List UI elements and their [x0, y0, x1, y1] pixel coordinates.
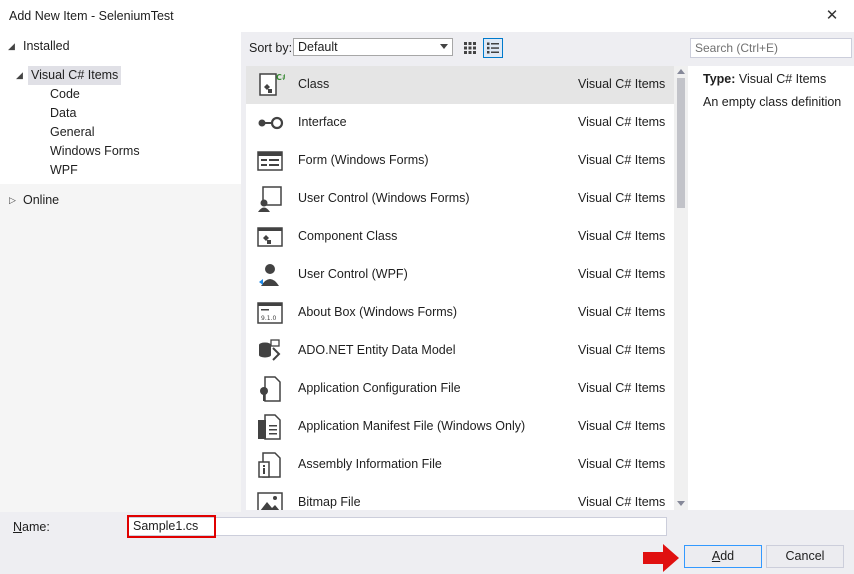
- item-name: Class: [298, 77, 330, 91]
- wpf-user-control-icon: [259, 264, 279, 286]
- list-view-button[interactable]: [483, 38, 503, 58]
- tree-item-label: Installed: [23, 39, 70, 53]
- grid-view-button[interactable]: [460, 38, 480, 58]
- add-button[interactable]: Add: [684, 545, 762, 568]
- item-category: Visual C# Items: [578, 305, 666, 319]
- list-view-icon: [487, 42, 499, 54]
- title-bar: Add New Item - SeleniumTest ✕: [0, 0, 854, 32]
- list-item-form[interactable]: Form (Windows Forms) Visual C# Items: [246, 142, 674, 180]
- sort-dropdown[interactable]: Default: [293, 38, 453, 56]
- item-name: About Box (Windows Forms): [298, 305, 458, 319]
- sort-value: Default: [298, 40, 338, 54]
- list-item-config-file[interactable]: Application Configuration File Visual C#…: [246, 370, 674, 408]
- item-description: An empty class definition: [703, 95, 842, 109]
- item-category: Visual C# Items: [578, 267, 666, 281]
- scroll-thumb[interactable]: [677, 78, 685, 208]
- about-box-icon: 9.1.0: [257, 302, 283, 324]
- tree-item-wpf[interactable]: WPF: [50, 161, 78, 180]
- class-icon: C#: [259, 73, 285, 96]
- item-category: Visual C# Items: [578, 153, 666, 167]
- list-item-manifest-file[interactable]: Application Manifest File (Windows Only)…: [246, 408, 674, 446]
- list-item-user-control[interactable]: User Control (Windows Forms) Visual C# I…: [246, 180, 674, 218]
- name-label-rest: ame:: [22, 520, 50, 534]
- form-icon: [257, 151, 283, 171]
- annotation-arrow-icon: [643, 544, 679, 572]
- list-item-component-class[interactable]: Component Class Visual C# Items: [246, 218, 674, 256]
- entity-model-icon: [259, 339, 281, 361]
- assembly-info-icon: [258, 452, 281, 478]
- list-item-interface[interactable]: Interface Visual C# Items: [246, 104, 674, 142]
- annotation-highlight-box: [127, 515, 216, 538]
- bitmap-file-icon: [257, 492, 283, 510]
- name-label-mnemonic: N: [13, 520, 23, 534]
- scroll-up-icon[interactable]: [677, 69, 685, 74]
- tree-item-code[interactable]: Code: [50, 85, 80, 104]
- list-item-entity-model[interactable]: ADO.NET Entity Data Model Visual C# Item…: [246, 332, 674, 370]
- details-panel: Type: Visual C# Items An empty class def…: [688, 66, 854, 510]
- expanded-arrow-icon[interactable]: ◢: [8, 37, 15, 56]
- cancel-button[interactable]: Cancel: [766, 545, 844, 568]
- list-item-bitmap-file[interactable]: Bitmap File Visual C# Items: [246, 484, 674, 510]
- add-label-rest: dd: [720, 549, 735, 563]
- item-name: Assembly Information File: [298, 457, 442, 471]
- add-mnemonic: A: [711, 549, 721, 563]
- tree-item-windows-forms[interactable]: Windows Forms: [50, 142, 140, 161]
- csharp-badge: C#: [276, 73, 285, 82]
- item-category: Visual C# Items: [578, 381, 666, 395]
- sort-label: Sort by:: [249, 41, 293, 55]
- item-category: Visual C# Items: [578, 495, 666, 509]
- tree-item-label: Online: [23, 193, 60, 207]
- item-category: Visual C# Items: [578, 115, 666, 129]
- item-category: Visual C# Items: [578, 457, 666, 471]
- item-category: Visual C# Items: [578, 229, 666, 243]
- tree-item-general[interactable]: General: [50, 123, 94, 142]
- item-category: Visual C# Items: [578, 419, 666, 433]
- interface-icon: [258, 116, 284, 130]
- version-text: 9.1.0: [261, 315, 276, 322]
- type-line: Type: Visual C# Items: [703, 72, 826, 86]
- item-name: User Control (Windows Forms): [298, 191, 470, 205]
- item-name: Interface: [298, 115, 347, 129]
- item-category: Visual C# Items: [578, 191, 666, 205]
- grid-view-icon: [464, 42, 476, 54]
- list-scrollbar[interactable]: [674, 66, 688, 510]
- list-item-about-box[interactable]: 9.1.0 About Box (Windows Forms) Visual C…: [246, 294, 674, 332]
- collapsed-arrow-icon[interactable]: ▷: [9, 191, 16, 210]
- expanded-arrow-icon[interactable]: ◢: [16, 66, 23, 85]
- search-input[interactable]: Search (Ctrl+E): [690, 38, 852, 58]
- tree-item-label: Visual C# Items: [28, 66, 122, 85]
- item-category: Visual C# Items: [578, 77, 666, 91]
- item-name: Application Manifest File (Windows Only): [298, 419, 526, 433]
- type-value: Visual C# Items: [738, 72, 827, 86]
- template-list: C# Class Visual C# Items Interface Visua…: [246, 66, 674, 510]
- item-name: User Control (WPF): [298, 267, 408, 281]
- manifest-file-icon: [258, 414, 281, 440]
- tree-item-data[interactable]: Data: [50, 104, 76, 123]
- item-name: ADO.NET Entity Data Model: [298, 343, 456, 357]
- name-label: Name:: [13, 520, 50, 534]
- component-class-icon: [257, 227, 283, 247]
- list-item-wpf-user-control[interactable]: User Control (WPF) Visual C# Items: [246, 256, 674, 294]
- scroll-down-icon[interactable]: [677, 501, 685, 506]
- window-title: Add New Item - SeleniumTest: [9, 9, 174, 23]
- item-name: Component Class: [298, 229, 398, 243]
- item-name: Application Configuration File: [298, 381, 461, 395]
- list-item-class[interactable]: C# Class Visual C# Items: [246, 66, 674, 104]
- template-tree-panel: ◢ Installed ◢ Visual C# Items Code Data …: [0, 32, 241, 512]
- item-category: Visual C# Items: [578, 343, 666, 357]
- close-icon[interactable]: ✕: [818, 4, 846, 28]
- list-item-assembly-info[interactable]: Assembly Information File Visual C# Item…: [246, 446, 674, 484]
- type-label: Type:: [703, 72, 736, 86]
- chevron-down-icon: [440, 44, 448, 49]
- item-name: Form (Windows Forms): [298, 153, 429, 167]
- user-control-icon: [258, 186, 282, 212]
- item-name: Bitmap File: [298, 495, 361, 509]
- config-file-icon: [260, 376, 281, 402]
